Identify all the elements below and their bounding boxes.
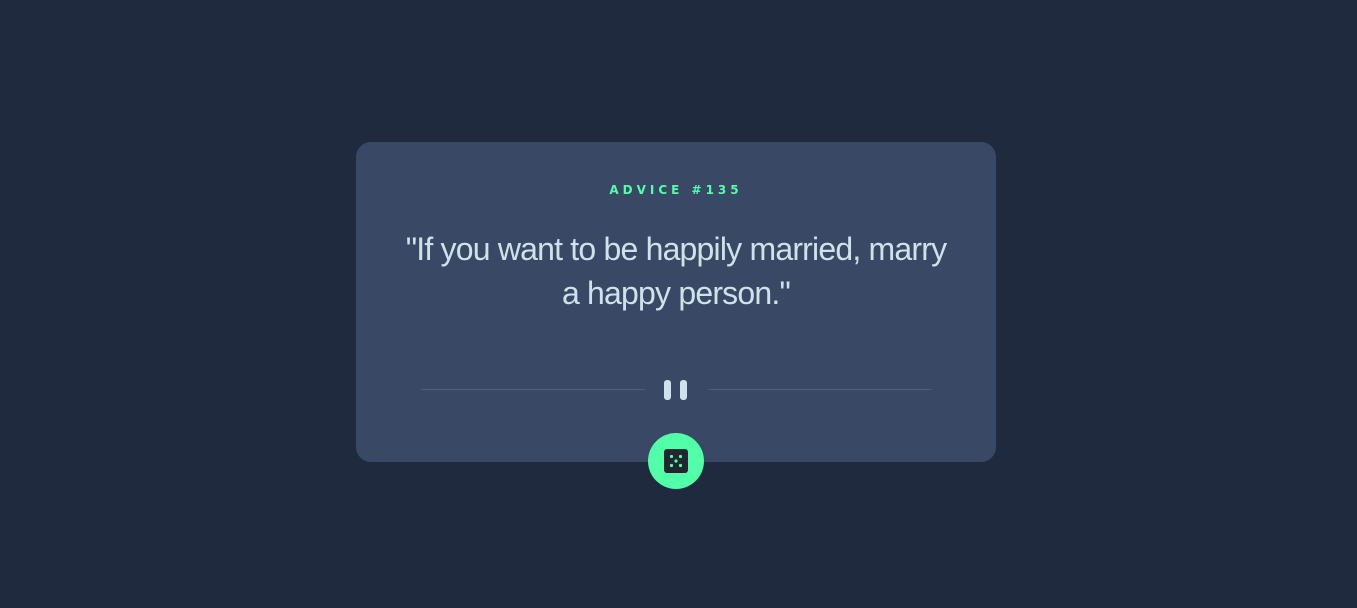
advice-card: ADVICE #135 "If you want to be happily m… bbox=[356, 142, 996, 462]
generate-advice-button[interactable] bbox=[648, 433, 704, 489]
dice-icon bbox=[664, 449, 688, 473]
advice-number-label: ADVICE #135 bbox=[609, 183, 743, 197]
advice-quote: "If you want to be happily married, marr… bbox=[405, 231, 947, 311]
divider-line-left bbox=[421, 389, 645, 390]
divider-line-right bbox=[708, 389, 932, 390]
pause-icon bbox=[664, 380, 689, 400]
pattern-divider bbox=[421, 378, 932, 402]
